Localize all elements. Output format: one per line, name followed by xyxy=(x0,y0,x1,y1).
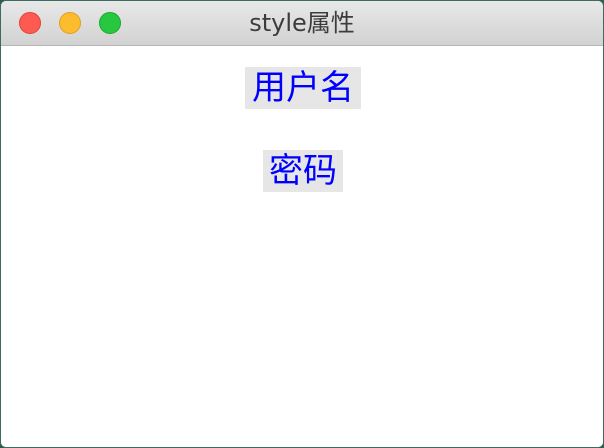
password-label: 密码 xyxy=(263,150,343,192)
window-title: style属性 xyxy=(249,9,355,37)
window-content: 用户名 密码 xyxy=(1,46,603,447)
username-label: 用户名 xyxy=(245,67,361,109)
title-bar[interactable]: style属性 xyxy=(1,1,603,46)
app-window: style属性 用户名 密码 xyxy=(0,0,604,448)
